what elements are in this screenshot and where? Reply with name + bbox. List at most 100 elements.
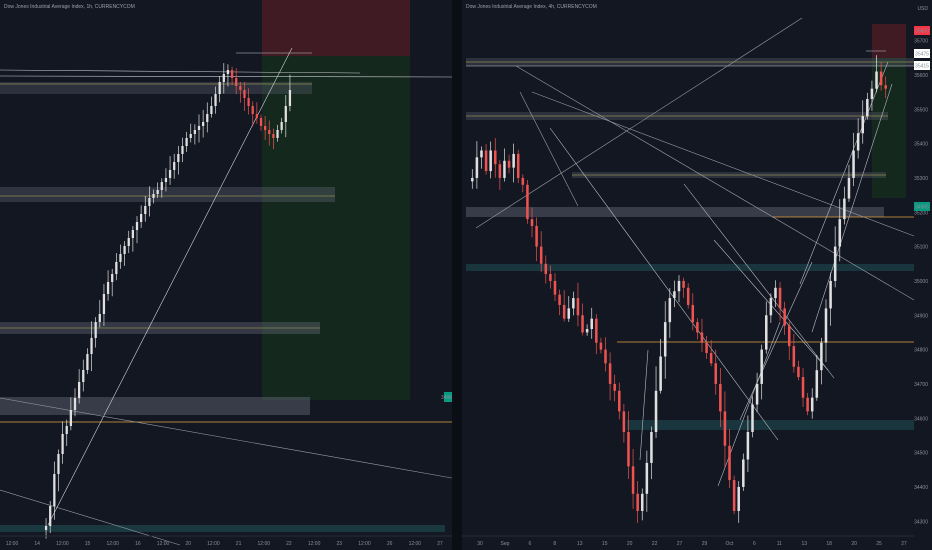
candle-body [82, 370, 85, 382]
candle-body [494, 150, 497, 165]
trendline [519, 91, 579, 207]
x-tick-label: 12:00 [157, 541, 170, 547]
candle-body [164, 178, 168, 182]
candle-body [206, 114, 209, 122]
candle-body [833, 246, 837, 281]
candle-body [226, 70, 230, 74]
candle-body [668, 298, 672, 323]
candle-body [272, 134, 275, 138]
candle-body [135, 222, 139, 230]
y-tick-label: 35500 [914, 107, 928, 113]
candle-body [760, 349, 763, 384]
x-tick-label: 18 [826, 541, 832, 547]
candle-body [696, 322, 699, 333]
candle-body [595, 318, 598, 343]
x-tick-label: 27 [677, 541, 683, 547]
candle-body [847, 177, 851, 199]
left-chart-canvas[interactable]: 34965 12:00 14 12:00 15 12:00 16 12:00 20 12:00 21… [0, 0, 452, 550]
candle-body [530, 219, 534, 226]
candle-body [131, 230, 135, 238]
candle-body [866, 98, 869, 117]
candle-body [139, 214, 143, 222]
y-tick-label: 34500 [914, 451, 928, 457]
pane-separator[interactable] [452, 0, 462, 550]
candle-body [73, 398, 77, 410]
candle-body [189, 134, 192, 138]
candle-body [201, 122, 205, 126]
trendline [717, 321, 781, 487]
candle-body [77, 382, 81, 398]
candle-body [682, 280, 685, 288]
candle-body [255, 114, 259, 118]
candle-body [815, 370, 819, 398]
candle-body [613, 383, 616, 391]
y-tick-label: 34700 [914, 382, 928, 388]
right-chart-pane[interactable]: Dow Jones Industrial Average Index, 4h, … [462, 0, 932, 550]
candle-body [691, 304, 695, 323]
y-tick-label: 34300 [914, 519, 928, 525]
price-tag-label: 35600 [915, 29, 929, 35]
candle-body [65, 426, 68, 434]
candle-body [787, 325, 791, 347]
candle-body [512, 153, 515, 168]
candle-body [604, 349, 607, 364]
candle-body [572, 298, 575, 309]
candle-body [173, 162, 176, 170]
resistance-zone [0, 187, 335, 202]
candle-body [608, 363, 612, 384]
x-tick-label: 13 [801, 541, 807, 547]
x-tick-label: 25 [876, 541, 882, 547]
candle-body [284, 106, 287, 122]
right-chart-canvas[interactable]: 35700 35600 35500 35400 35300 35200 35100 35000… [462, 0, 932, 550]
candle-body [728, 445, 731, 481]
x-tick-label: 12:00 [308, 541, 321, 547]
candle-body [475, 157, 479, 178]
teal-zone [627, 420, 914, 430]
candle-body [810, 397, 814, 412]
teal-zone [466, 264, 914, 271]
candle-body [709, 353, 713, 364]
candle-body [123, 246, 126, 254]
y-tick-label: 35000 [914, 279, 928, 285]
candle-body [618, 390, 621, 412]
x-tick-label: 12:00 [106, 541, 119, 547]
stop-loss-zone [262, 0, 410, 56]
candle-body [585, 329, 589, 333]
candle-body [797, 366, 800, 378]
x-tick-label: 11 [777, 541, 782, 547]
x-tick-label: 6 [753, 541, 756, 547]
candle-body [243, 90, 246, 98]
x-tick-label: 27 [901, 541, 907, 547]
x-tick-label: 12:00 [56, 541, 69, 547]
candle-body [714, 363, 718, 384]
candle-body [732, 480, 736, 511]
trendline [47, 47, 293, 526]
candle-body [884, 85, 887, 89]
candle-body [879, 71, 883, 86]
candle-body [516, 153, 520, 178]
candle-body [544, 263, 548, 275]
candle-body [765, 315, 768, 350]
x-tick-label: 16 [135, 541, 141, 547]
candle-body [49, 506, 52, 526]
x-tick-label: 20 [851, 541, 857, 547]
candle-body [480, 150, 483, 158]
trendline [639, 349, 649, 461]
candle-body [627, 432, 630, 467]
x-tick-label: 12:00 [6, 541, 19, 547]
left-chart-pane[interactable]: Dow Jones Industrial Average Index, 1h, … [0, 0, 452, 550]
candle-body [801, 377, 805, 398]
candle-body [193, 130, 197, 134]
x-tick-label: 20 [627, 541, 633, 547]
candle-body [94, 322, 97, 338]
candle-body [852, 150, 855, 178]
candle-body [751, 404, 754, 432]
candle-body [44, 526, 48, 530]
x-tick-label: 20 [185, 541, 191, 547]
y-tick-label: 34600 [914, 416, 928, 422]
candle-body [268, 130, 271, 134]
candle-body [553, 280, 557, 295]
candle-body [218, 82, 221, 94]
candle-body [489, 150, 492, 172]
candle-body [581, 315, 584, 333]
